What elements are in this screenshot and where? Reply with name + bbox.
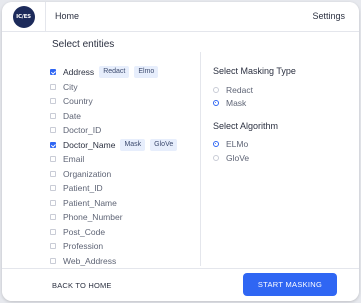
radio-icon[interactable] [213, 155, 219, 161]
radio-label: GloVe [226, 153, 250, 163]
entity-option[interactable]: Organization [50, 167, 200, 182]
entity-list: Address Redact Elmo City Country Date Doctor_I… [50, 65, 200, 268]
entity-option[interactable]: Email [50, 152, 200, 167]
algorithm-heading: Select Algorithm [213, 121, 279, 131]
entity-tag: Redact [99, 66, 130, 79]
entity-option[interactable]: Patient_ID [50, 181, 200, 196]
entity-option[interactable]: Address Redact Elmo [50, 65, 200, 80]
checkbox-icon[interactable] [50, 170, 56, 177]
entity-option[interactable]: City [50, 80, 200, 95]
checkbox-icon[interactable] [50, 214, 56, 221]
checkbox-icon[interactable] [50, 127, 56, 134]
checkbox-icon[interactable] [50, 199, 56, 206]
algorithm-option-elmo[interactable]: ELMo [213, 138, 248, 150]
checkbox-checked-icon[interactable] [50, 141, 56, 148]
entity-label: Address [63, 67, 95, 78]
radio-label: ELMo [226, 139, 249, 149]
entity-label: Post_Code [63, 226, 106, 237]
page-title: Select entities [52, 39, 115, 50]
entity-option[interactable]: Web_Address [50, 254, 200, 269]
nav-settings-link[interactable]: Settings [312, 11, 345, 21]
masking-option-mask[interactable]: Mask [213, 97, 246, 109]
entity-label: Date [63, 110, 81, 121]
entity-option[interactable]: Country [50, 94, 200, 109]
entity-tag: Mask [120, 138, 146, 151]
entity-option[interactable]: Patient_Name [50, 196, 200, 211]
radio-icon[interactable] [213, 100, 219, 106]
entity-option[interactable]: Date [50, 109, 200, 124]
entity-label: Email [63, 154, 85, 165]
checkbox-icon[interactable] [50, 83, 56, 90]
entity-label: City [63, 81, 78, 92]
algorithm-option-glove[interactable]: GloVe [213, 152, 249, 164]
checkbox-icon[interactable] [50, 98, 56, 105]
entity-label: Phone_Number [63, 212, 123, 223]
radio-label: Redact [226, 85, 253, 95]
checkbox-icon[interactable] [50, 112, 56, 119]
top-nav: IC/ES Home Settings [2, 2, 359, 32]
radio-icon[interactable] [213, 87, 219, 93]
back-to-home-button[interactable]: BACK TO HOME [52, 281, 112, 290]
entity-tag: Elmo [134, 66, 159, 79]
entity-label: Profession [63, 241, 104, 252]
entity-option[interactable]: Profession [50, 239, 200, 254]
entity-label: Patient_Name [63, 197, 117, 208]
radio-label: Mask [226, 98, 247, 108]
entity-label: Web_Address [63, 255, 117, 266]
masking-type-heading: Select Masking Type [213, 66, 296, 76]
checkbox-icon[interactable] [50, 228, 56, 235]
logo-container: IC/ES [2, 2, 46, 32]
checkbox-icon[interactable] [50, 243, 56, 250]
entity-tag: GloVe [150, 138, 178, 151]
checkbox-checked-icon[interactable] [50, 69, 56, 76]
column-divider [200, 52, 201, 266]
nav-home-link[interactable]: Home [55, 11, 79, 21]
masking-option-redact[interactable]: Redact [213, 84, 253, 96]
checkbox-icon[interactable] [50, 257, 56, 264]
entity-option[interactable]: Doctor_ID [50, 123, 200, 138]
radio-icon[interactable] [213, 141, 219, 147]
entity-label: Doctor_Name [63, 139, 116, 150]
app-logo[interactable]: IC/ES [12, 6, 35, 28]
entity-option[interactable]: Doctor_Name Mask GloVe [50, 138, 200, 153]
entity-label: Patient_ID [63, 183, 103, 194]
entity-option[interactable]: Phone_Number [50, 210, 200, 225]
start-masking-button[interactable]: START MASKING [243, 273, 337, 296]
entity-label: Organization [63, 168, 112, 179]
entity-label: Doctor_ID [63, 125, 102, 136]
checkbox-icon[interactable] [50, 156, 56, 163]
checkbox-icon[interactable] [50, 185, 56, 192]
entity-label: Country [63, 96, 93, 107]
entity-option[interactable]: Post_Code [50, 225, 200, 240]
